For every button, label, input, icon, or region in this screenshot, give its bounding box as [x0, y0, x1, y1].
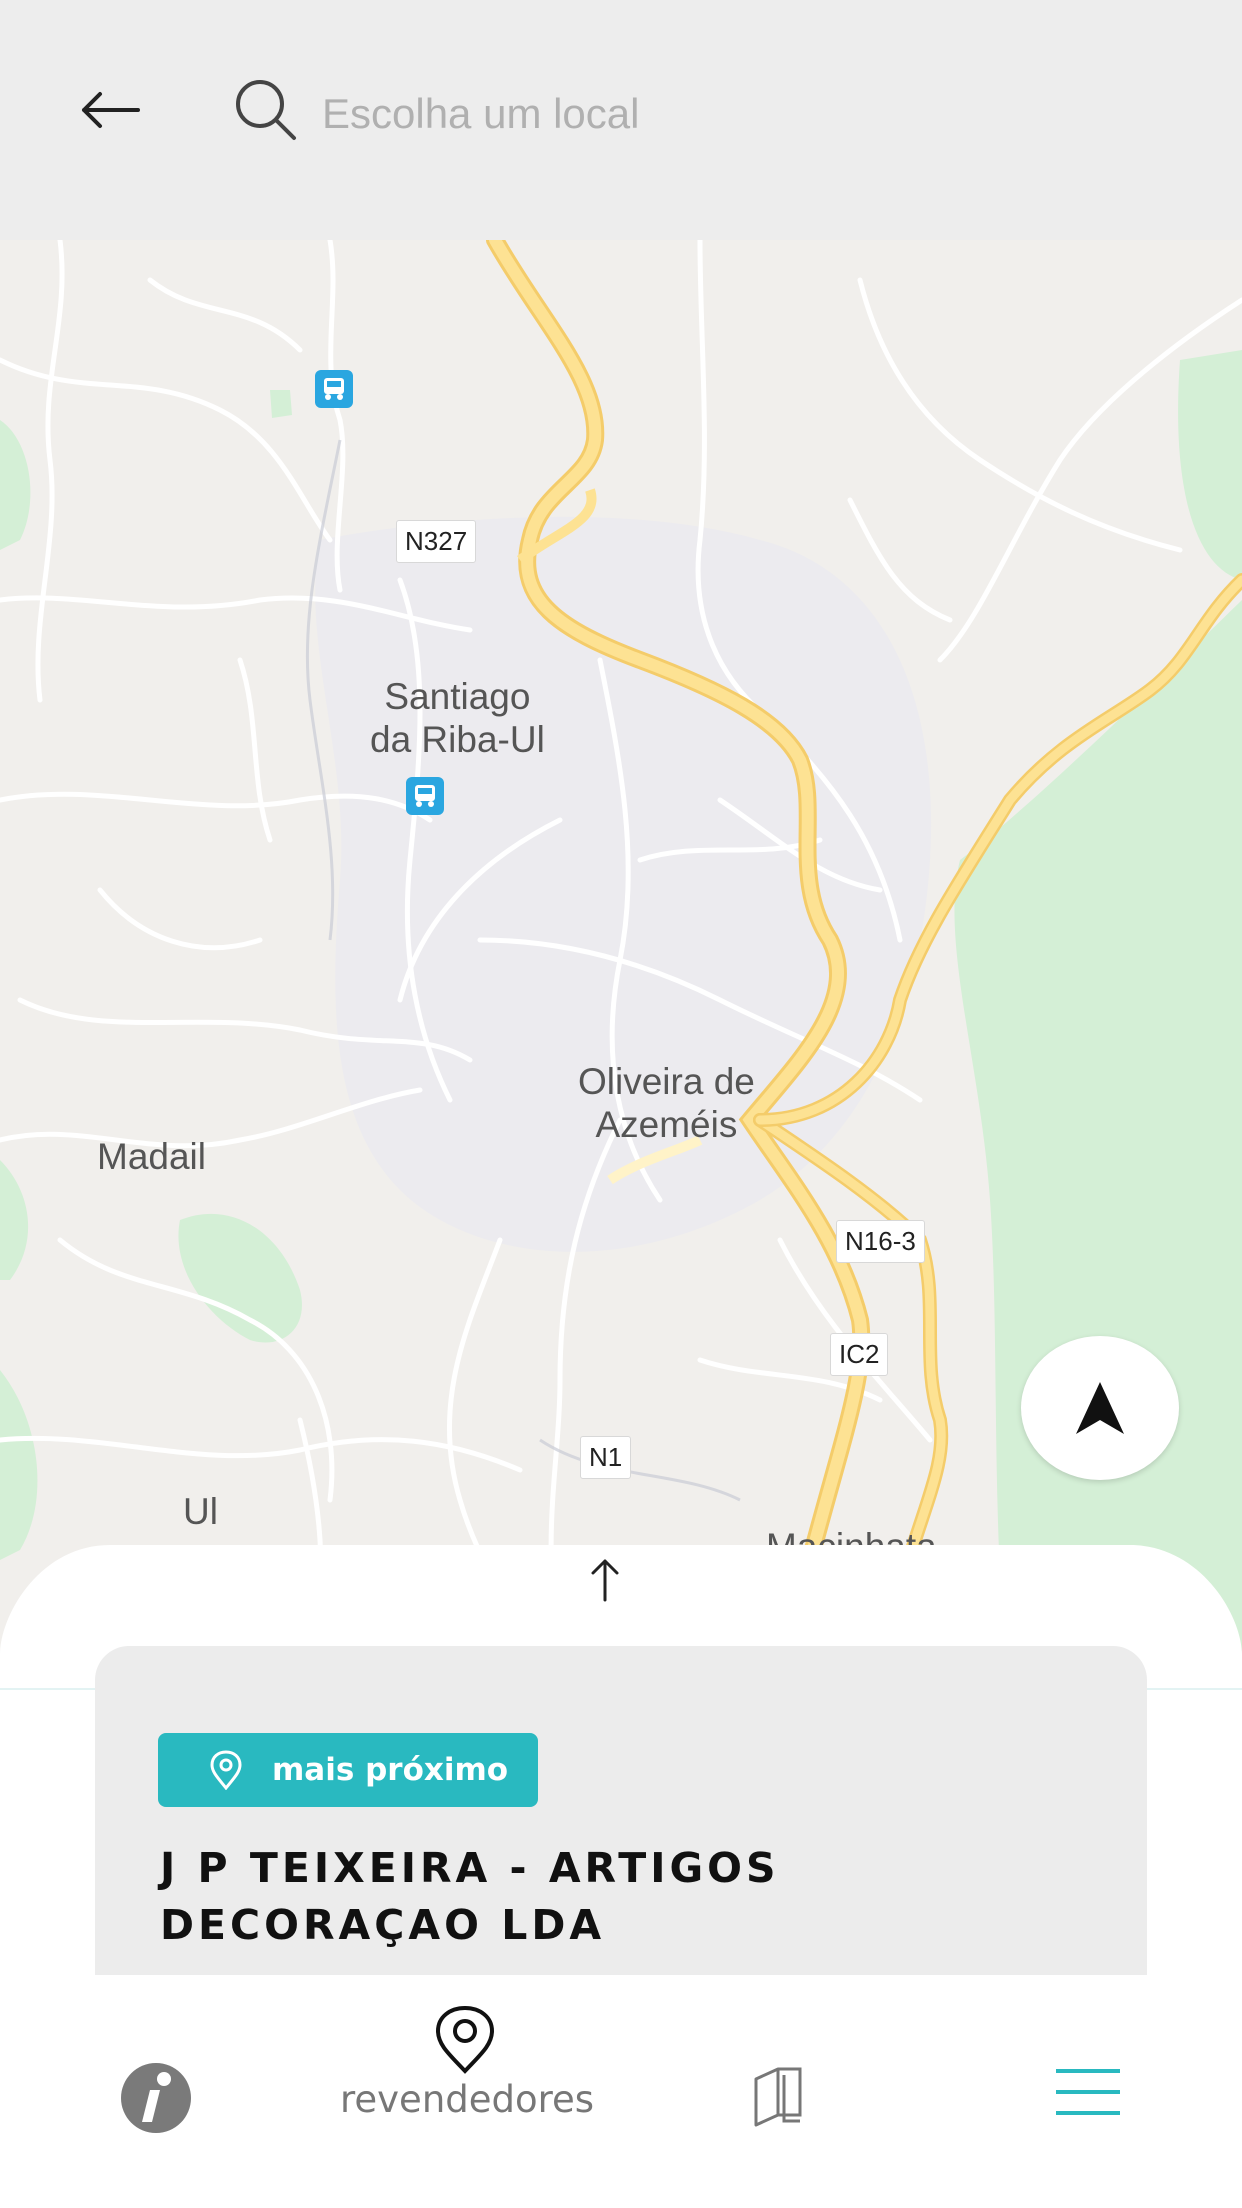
- nav-home-button[interactable]: [118, 2060, 194, 2136]
- nav-catalog-button[interactable]: [752, 2065, 804, 2127]
- road-label: N16-3: [836, 1220, 925, 1263]
- place-label: Madail: [97, 1136, 206, 1177]
- nearest-badge: mais próximo: [158, 1733, 538, 1807]
- navigation-arrow-icon: [1076, 1382, 1124, 1434]
- my-location-button[interactable]: [1021, 1336, 1179, 1480]
- back-button[interactable]: [70, 70, 150, 150]
- nav-menu-button[interactable]: [1054, 2068, 1122, 2116]
- arrow-left-icon: [82, 92, 140, 128]
- nearest-badge-label: mais próximo: [272, 1752, 509, 1788]
- nav-dealers-button[interactable]: [432, 2005, 502, 2075]
- nav-dealers-label[interactable]: revendedores: [340, 2078, 594, 2121]
- brand-logo-icon: [121, 2063, 191, 2133]
- map-view[interactable]: Santiago da Riba-Ul Oliveira de Azeméis …: [0, 240, 1242, 1690]
- search-header: [0, 0, 1242, 240]
- search-input[interactable]: [320, 78, 1164, 150]
- road-label: N327: [396, 520, 477, 563]
- place-label: Oliveira de Azeméis: [578, 1061, 755, 1145]
- expand-sheet-button[interactable]: [585, 1555, 625, 1605]
- book-icon: [754, 2067, 802, 2127]
- bus-stop-icon[interactable]: [315, 370, 353, 408]
- place-label: Santiago da Riba-Ul: [370, 676, 545, 760]
- dealer-name: J P TEIXEIRA - ARTIGOS DECORAÇAO LDA: [160, 1844, 780, 1949]
- park-area: [954, 600, 1242, 1690]
- location-pin-icon: [435, 2005, 495, 2074]
- arrow-up-icon: [591, 1559, 619, 1602]
- place-label: Ul: [183, 1491, 218, 1532]
- road-label: N1: [580, 1436, 632, 1479]
- search-icon: [236, 80, 296, 140]
- bus-stop-icon[interactable]: [406, 777, 444, 815]
- road-label: IC2: [830, 1333, 889, 1376]
- hamburger-menu-icon: [1056, 2069, 1120, 2115]
- location-pin-icon: [210, 1750, 242, 1790]
